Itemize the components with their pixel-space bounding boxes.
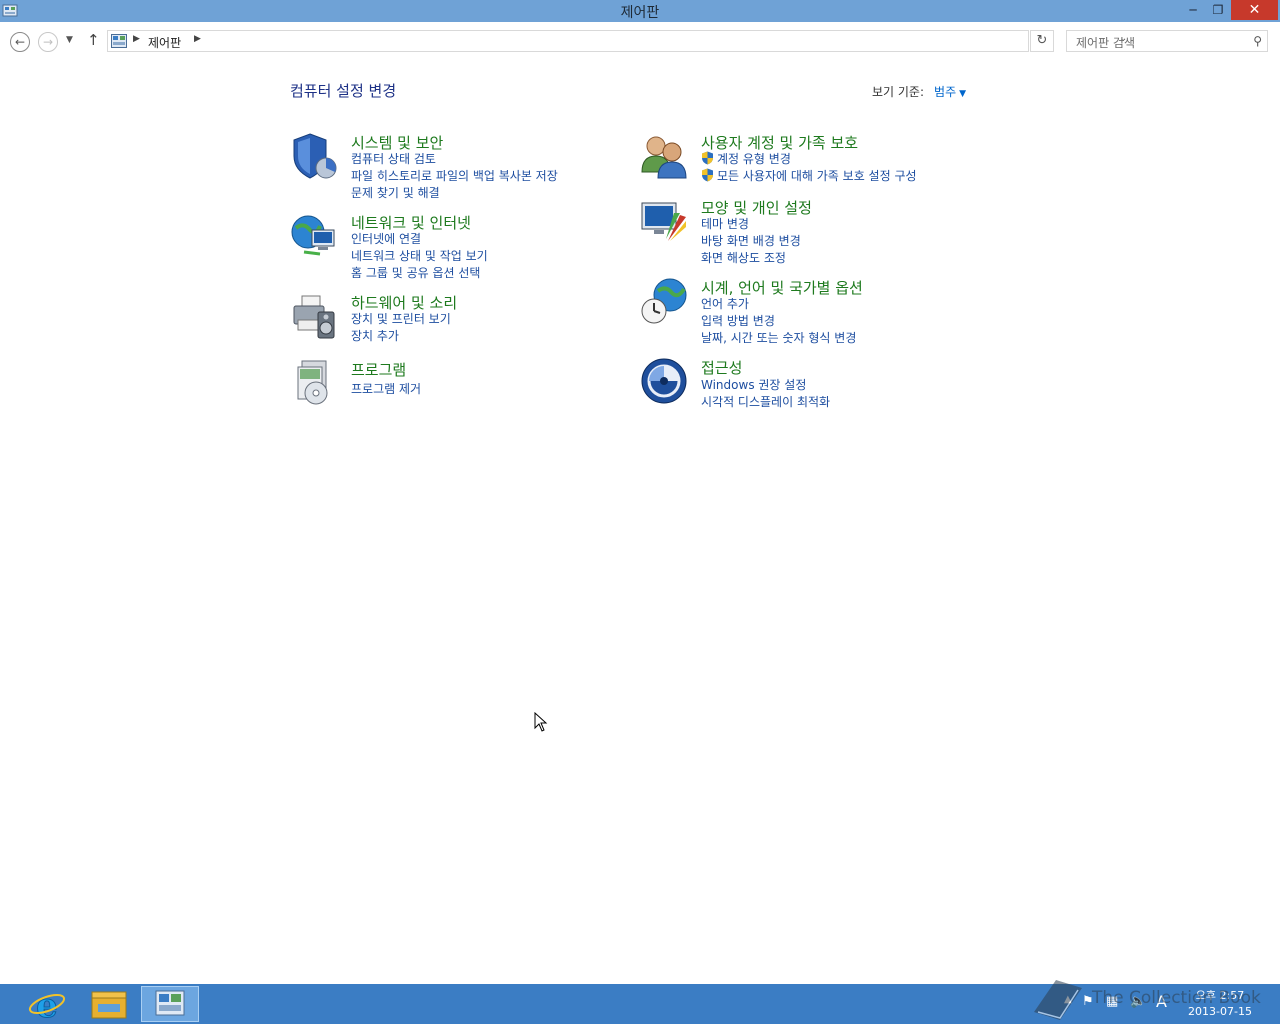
address-bar: ← → ▼ ↑ ▶ 제어판 ▶ ⌄ ↻ 제어판 검색 ⚲	[0, 22, 1280, 60]
search-input[interactable]: 제어판 검색 ⚲	[1066, 30, 1268, 52]
users-icon[interactable]	[640, 132, 688, 180]
control-panel-icon	[111, 34, 127, 48]
link-network-status[interactable]: 네트워크 상태 및 작업 보기	[351, 248, 488, 265]
breadcrumb-control-panel[interactable]: 제어판	[148, 34, 181, 51]
programs-disc-icon[interactable]	[290, 359, 338, 407]
view-by: 보기 기준: 범주 ▼	[872, 83, 966, 100]
internet-explorer-icon: e	[28, 986, 66, 1026]
category-heading[interactable]: 시스템 및 보안	[351, 132, 443, 153]
clock-globe-icon[interactable]	[640, 277, 688, 325]
shield-icon[interactable]	[290, 132, 338, 180]
link-label: 모든 사용자에 대해 가족 보호 설정 구성	[717, 169, 917, 183]
category-heading[interactable]: 접근성	[701, 357, 742, 378]
book-logo-icon	[1034, 980, 1082, 1020]
window-title: 제어판	[620, 5, 660, 21]
close-button[interactable]: ✕	[1231, 0, 1278, 20]
accessibility-icon[interactable]	[640, 357, 688, 405]
link-windows-recommended[interactable]: Windows 권장 설정	[701, 377, 830, 394]
monitor-palette-icon[interactable]	[640, 197, 688, 245]
uac-shield-icon	[702, 151, 713, 165]
minimize-button[interactable]: ─	[1180, 0, 1206, 20]
control-panel-icon	[155, 990, 185, 1016]
link-family-safety[interactable]: 모든 사용자에 대해 가족 보호 설정 구성	[701, 168, 917, 185]
mouse-cursor-icon	[534, 712, 548, 732]
link-add-language[interactable]: 언어 추가	[701, 296, 856, 313]
chevron-down-icon: ▼	[66, 35, 73, 45]
window-titlebar[interactable]: 제어판 ─ ❐ ✕	[0, 0, 1280, 22]
category-heading[interactable]: 하드웨어 및 소리	[351, 292, 457, 313]
svg-text:e: e	[36, 986, 58, 1022]
link-label: 계정 유형 변경	[717, 152, 791, 166]
watermark-text: The Collection Book	[1092, 988, 1261, 1008]
link-change-input-method[interactable]: 입력 방법 변경	[701, 313, 856, 330]
arrow-up-icon: ↑	[87, 31, 100, 49]
category-heading[interactable]: 네트워크 및 인터넷	[351, 212, 471, 233]
breadcrumb-separator-icon[interactable]: ▶	[133, 34, 140, 44]
watermark: The Collection Book	[1030, 978, 1270, 1022]
view-by-label: 보기 기준:	[872, 85, 925, 99]
link-troubleshoot[interactable]: 문제 찾기 및 해결	[351, 185, 558, 202]
taskbar-file-explorer[interactable]	[80, 986, 138, 1022]
taskbar-internet-explorer[interactable]: e	[18, 986, 76, 1026]
breadcrumb-separator-icon[interactable]: ▶	[194, 34, 201, 44]
search-icon[interactable]: ⚲	[1253, 34, 1262, 48]
category-heading[interactable]: 프로그램	[351, 359, 406, 380]
link-devices-printers[interactable]: 장치 및 프린터 보기	[351, 311, 451, 328]
link-uninstall-program[interactable]: 프로그램 제거	[351, 381, 421, 398]
link-add-device[interactable]: 장치 추가	[351, 328, 451, 345]
page-title: 컴퓨터 설정 변경	[290, 82, 397, 100]
category-heading[interactable]: 사용자 계정 및 가족 보호	[701, 132, 858, 153]
caret-down-icon[interactable]: ▼	[959, 89, 966, 99]
link-screen-resolution[interactable]: 화면 해상도 조정	[701, 250, 801, 267]
printer-speaker-icon[interactable]	[290, 292, 338, 340]
link-review-status[interactable]: 컴퓨터 상태 검토	[351, 151, 558, 168]
link-change-account-type[interactable]: 계정 유형 변경	[701, 151, 917, 168]
link-change-theme[interactable]: 테마 변경	[701, 216, 801, 233]
folder-icon	[91, 991, 127, 1019]
back-button[interactable]: ←	[10, 32, 30, 52]
recent-locations-button[interactable]: ▼	[66, 35, 73, 45]
network-globe-icon[interactable]	[290, 212, 338, 260]
arrow-left-icon: ←	[14, 35, 26, 49]
link-desktop-background[interactable]: 바탕 화면 배경 변경	[701, 233, 801, 250]
refresh-icon: ↻	[1036, 33, 1048, 48]
refresh-button[interactable]: ↻	[1030, 30, 1054, 52]
link-optimize-display[interactable]: 시각적 디스플레이 최적화	[701, 394, 830, 411]
view-by-dropdown[interactable]: 범주	[934, 85, 956, 99]
taskbar-control-panel[interactable]	[141, 986, 199, 1022]
up-button[interactable]: ↑	[87, 31, 100, 49]
link-file-history[interactable]: 파일 히스토리로 파일의 백업 복사본 저장	[351, 168, 558, 185]
category-heading[interactable]: 모양 및 개인 설정	[701, 197, 812, 218]
search-placeholder: 제어판 검색	[1076, 36, 1136, 50]
link-date-time-format[interactable]: 날짜, 시간 또는 숫자 형식 변경	[701, 330, 856, 347]
forward-button[interactable]: →	[38, 32, 58, 52]
uac-shield-icon	[702, 168, 713, 182]
control-panel-content: 컴퓨터 설정 변경 보기 기준: 범주 ▼ 시스템 및 보안 컴퓨터 상태 검토 파…	[0, 60, 1280, 984]
link-connect-internet[interactable]: 인터넷에 연결	[351, 231, 488, 248]
arrow-right-icon: →	[42, 35, 54, 49]
restore-button[interactable]: ❐	[1205, 0, 1231, 20]
link-homegroup[interactable]: 홈 그룹 및 공유 옵션 선택	[351, 265, 488, 282]
category-heading[interactable]: 시계, 언어 및 국가별 옵션	[701, 277, 863, 298]
path-box[interactable]: ▶ 제어판 ▶ ⌄	[107, 30, 1127, 52]
